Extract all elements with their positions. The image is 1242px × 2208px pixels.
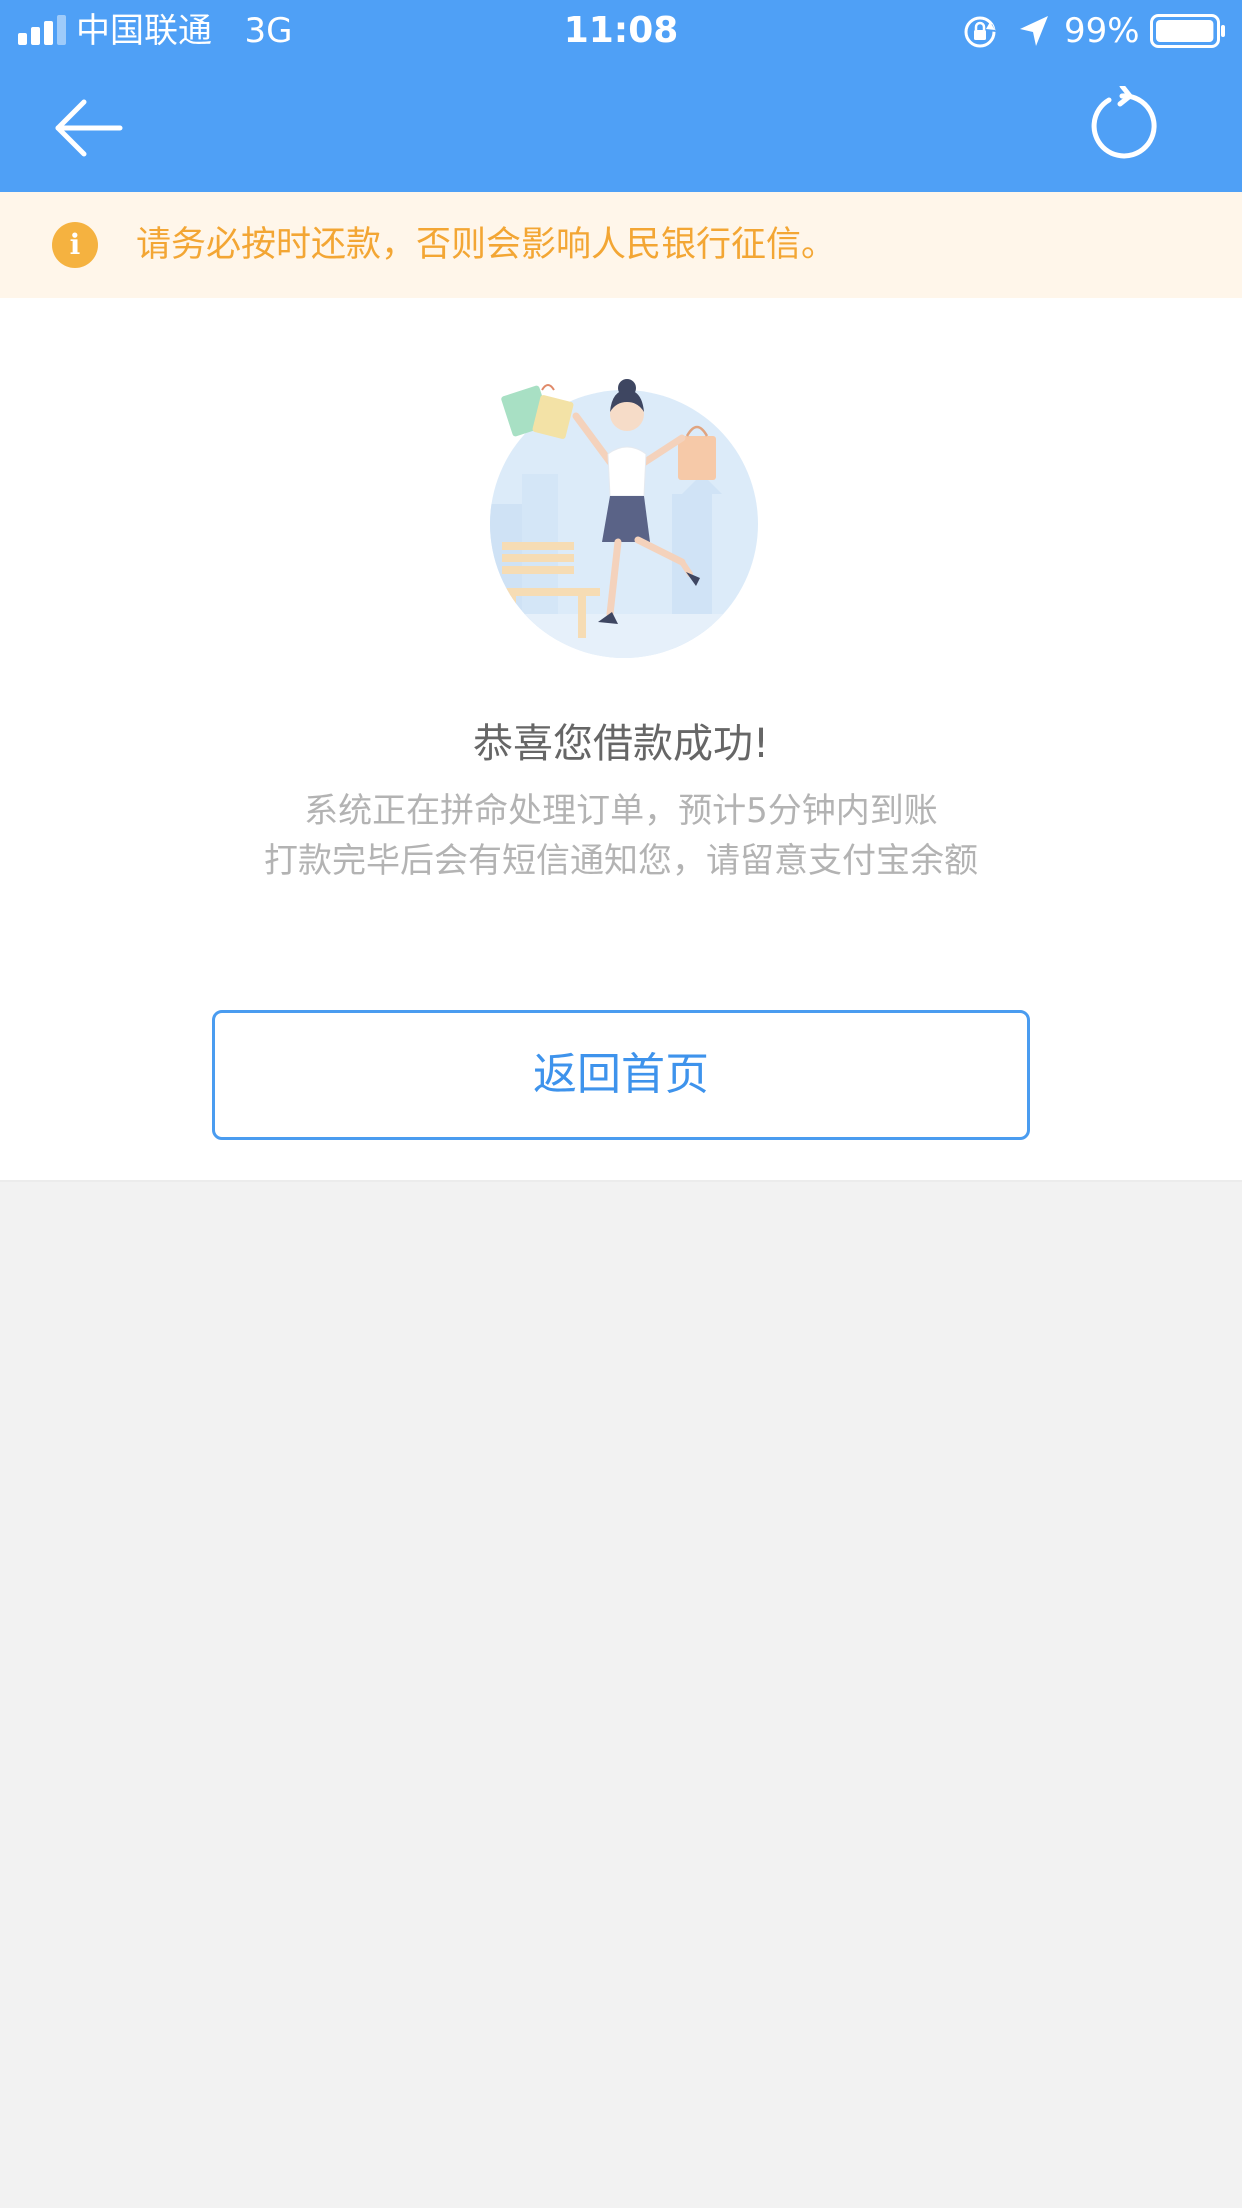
- result-card: 恭喜您借款成功! 系统正在拼命处理订单，预计5分钟内到账 打款完毕后会有短信通知…: [0, 298, 1242, 1182]
- location-arrow-icon: [1020, 16, 1048, 46]
- arrow-left-icon[interactable]: [48, 96, 128, 160]
- success-title: 恭喜您借款成功!: [472, 721, 770, 767]
- notice-text: 请务必按时还款，否则会影响人民银行征信。: [136, 225, 837, 265]
- rotation-lock-icon: [964, 16, 996, 48]
- battery-icon: [1150, 14, 1225, 48]
- status-bar: 中国联通 3G 11:08 99%: [0, 0, 1242, 62]
- refresh-icon[interactable]: [1082, 86, 1162, 166]
- battery-percent: 99%: [1064, 11, 1140, 51]
- status-time: 11:08: [563, 10, 679, 51]
- return-home-button[interactable]: 返回首页: [212, 1010, 1030, 1140]
- info-icon: i: [52, 222, 98, 268]
- notice-banner: i 请务必按时还款，否则会影响人民银行征信。: [0, 192, 1242, 298]
- processing-message: 系统正在拼命处理订单，预计5分钟内到账: [304, 791, 938, 831]
- sms-notice-message: 打款完毕后会有短信通知您，请留意支付宝余额: [264, 841, 978, 881]
- nav-bar: [0, 62, 1242, 192]
- celebrating-woman-illustration: [490, 379, 758, 658]
